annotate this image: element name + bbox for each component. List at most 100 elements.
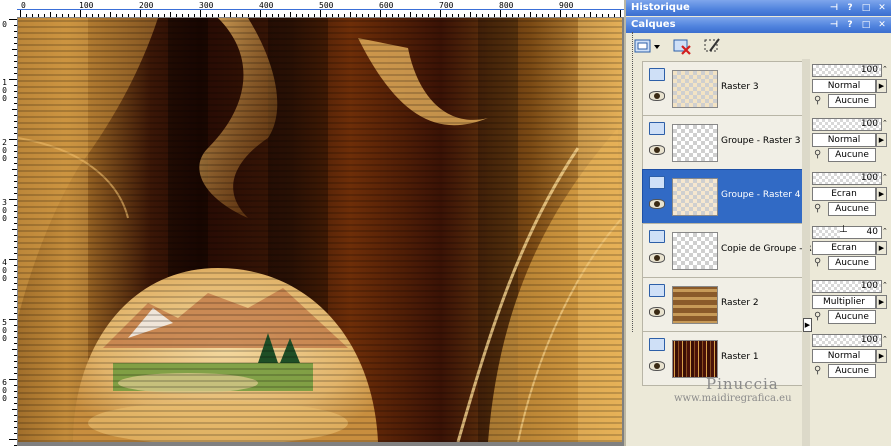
opacity-slider[interactable]: 100 [812, 280, 882, 293]
ruler-tick [14, 265, 17, 266]
expand-arrow-icon[interactable]: ▶ [803, 318, 812, 332]
ruler-tick [332, 14, 333, 17]
ruler-tick [488, 14, 489, 17]
layers-titlebar[interactable]: Calques ⊣ ? □ ✕ [626, 17, 891, 33]
canvas-area[interactable]: 0 100 200 300 400 500 600 700 800 900 0 … [0, 0, 624, 446]
dropdown-arrow-icon[interactable]: ▶ [876, 187, 887, 201]
close-icon[interactable]: ✕ [876, 2, 888, 14]
ruler-tick [536, 14, 537, 17]
eye-icon[interactable] [649, 145, 665, 155]
opacity-slider[interactable]: ⊥ 40 [812, 225, 882, 239]
ruler-tick [212, 14, 213, 17]
spin-icon[interactable]: ⌃ [882, 226, 888, 237]
blend-mode-select[interactable]: Ecran [812, 241, 876, 255]
layer-visibility-icon[interactable] [649, 338, 665, 351]
layer-row-raster-2[interactable]: Raster 2 [642, 277, 807, 332]
ruler-tick [14, 313, 17, 314]
opacity-slider[interactable]: 100 [812, 118, 882, 131]
help-icon[interactable]: ? [844, 2, 856, 14]
ruler-tick [14, 241, 17, 242]
ruler-tick [14, 307, 17, 308]
spin-icon[interactable]: ⌃ [882, 64, 888, 75]
artwork-image[interactable] [18, 18, 622, 442]
ruler-tick [12, 109, 17, 110]
dropdown-arrow-icon[interactable]: ▶ [876, 349, 887, 363]
eye-icon[interactable] [649, 91, 665, 101]
ruler-tick [14, 391, 17, 392]
ruler-tick [14, 235, 17, 236]
eye-icon[interactable] [649, 361, 665, 371]
dropdown-arrow-icon[interactable]: ▶ [876, 295, 887, 309]
dropdown-arrow-icon[interactable]: ▶ [876, 241, 887, 255]
layer-visibility-icon[interactable] [649, 176, 665, 189]
delete-layer-button[interactable] [670, 36, 694, 58]
ruler-tick [98, 14, 99, 17]
mask-select[interactable]: Aucune [828, 202, 876, 216]
opacity-slider[interactable]: 100 [812, 64, 882, 77]
ruler-tick [410, 12, 411, 17]
layer-visibility-icon[interactable] [649, 230, 665, 243]
restore-icon[interactable]: □ [860, 2, 872, 14]
ruler-tick [350, 12, 351, 17]
mask-select[interactable]: Aucune [828, 148, 876, 162]
slider-thumb-icon[interactable]: ⊥ [839, 225, 848, 235]
blend-mode-select[interactable]: Multiplier [812, 295, 876, 309]
layer-visibility-icon[interactable] [649, 284, 665, 297]
ruler-tick [14, 223, 17, 224]
close-icon[interactable]: ✕ [876, 19, 888, 31]
ruler-tick [56, 14, 57, 17]
spin-icon[interactable]: ⌃ [882, 172, 888, 183]
layer-row-copie-de-groupe[interactable]: Copie de Groupe - Ra [642, 223, 817, 278]
blend-mode-select[interactable]: Normal [812, 79, 876, 93]
mask-select[interactable]: Aucune [828, 364, 876, 378]
ruler-tick [482, 14, 483, 17]
opacity-slider[interactable]: 100 [812, 172, 882, 185]
restore-icon[interactable]: □ [860, 19, 872, 31]
spin-icon[interactable]: ⌃ [882, 280, 888, 291]
dropdown-arrow-icon[interactable]: ▶ [876, 79, 887, 93]
ruler-tick [14, 343, 17, 344]
layer-name: Raster 2 [721, 298, 759, 308]
ruler-tick [14, 115, 17, 116]
blend-mode-select[interactable]: Ecran [812, 187, 876, 201]
history-titlebar[interactable]: Historique ⊣ ? □ ✕ [626, 0, 891, 16]
ruler-tick [176, 14, 177, 17]
eye-icon[interactable] [649, 253, 665, 263]
mask-select[interactable]: Aucune [828, 94, 876, 108]
ruler-tick [284, 14, 285, 17]
layer-visibility-icon[interactable] [649, 122, 665, 135]
blend-mode-select[interactable]: Normal [812, 133, 876, 147]
ruler-tick [14, 247, 17, 248]
help-icon[interactable]: ? [844, 19, 856, 31]
layer-row-groupe-raster-4[interactable]: Groupe - Raster 4 [642, 169, 807, 224]
pin-icon[interactable]: ⊣ [828, 19, 840, 31]
ruler-tick [14, 373, 17, 374]
mask-select[interactable]: Aucune [828, 310, 876, 324]
panel-splitter[interactable] [802, 59, 810, 446]
spin-icon[interactable]: ⌃ [882, 118, 888, 129]
opacity-slider[interactable]: 100 [812, 334, 882, 347]
dropdown-arrow-icon[interactable]: ▶ [876, 133, 887, 147]
ruler-label: 5 0 0 [2, 318, 7, 343]
layer-row-raster-3[interactable]: Raster 3 [642, 61, 807, 116]
link-icon: ⚲ [814, 365, 822, 376]
ruler-tick [398, 14, 399, 17]
layer-thumbnail [672, 286, 718, 324]
blend-mode-select[interactable]: Normal [812, 349, 876, 363]
pin-icon[interactable]: ⊣ [828, 2, 840, 14]
ruler-tick [494, 14, 495, 17]
ruler-tick [14, 193, 17, 194]
layer-row-groupe-raster-3[interactable]: Groupe - Raster 3 [642, 115, 807, 170]
ruler-tick [320, 9, 321, 17]
link-icon: ⚲ [814, 95, 822, 106]
layer-visibility-icon[interactable] [649, 68, 665, 81]
spin-icon[interactable]: ⌃ [882, 334, 888, 345]
mask-edit-button[interactable] [700, 36, 724, 58]
ruler-tick [458, 14, 459, 17]
eye-icon[interactable] [649, 307, 665, 317]
layer-name: Groupe - Raster 3 [721, 136, 801, 146]
mask-select[interactable]: Aucune [828, 256, 876, 270]
layer-props-groupe-raster-3: 100 ⌃ Normal ▶ ⚲ Aucune [812, 116, 891, 168]
eye-icon[interactable] [649, 199, 665, 209]
ruler-tick [20, 9, 21, 17]
